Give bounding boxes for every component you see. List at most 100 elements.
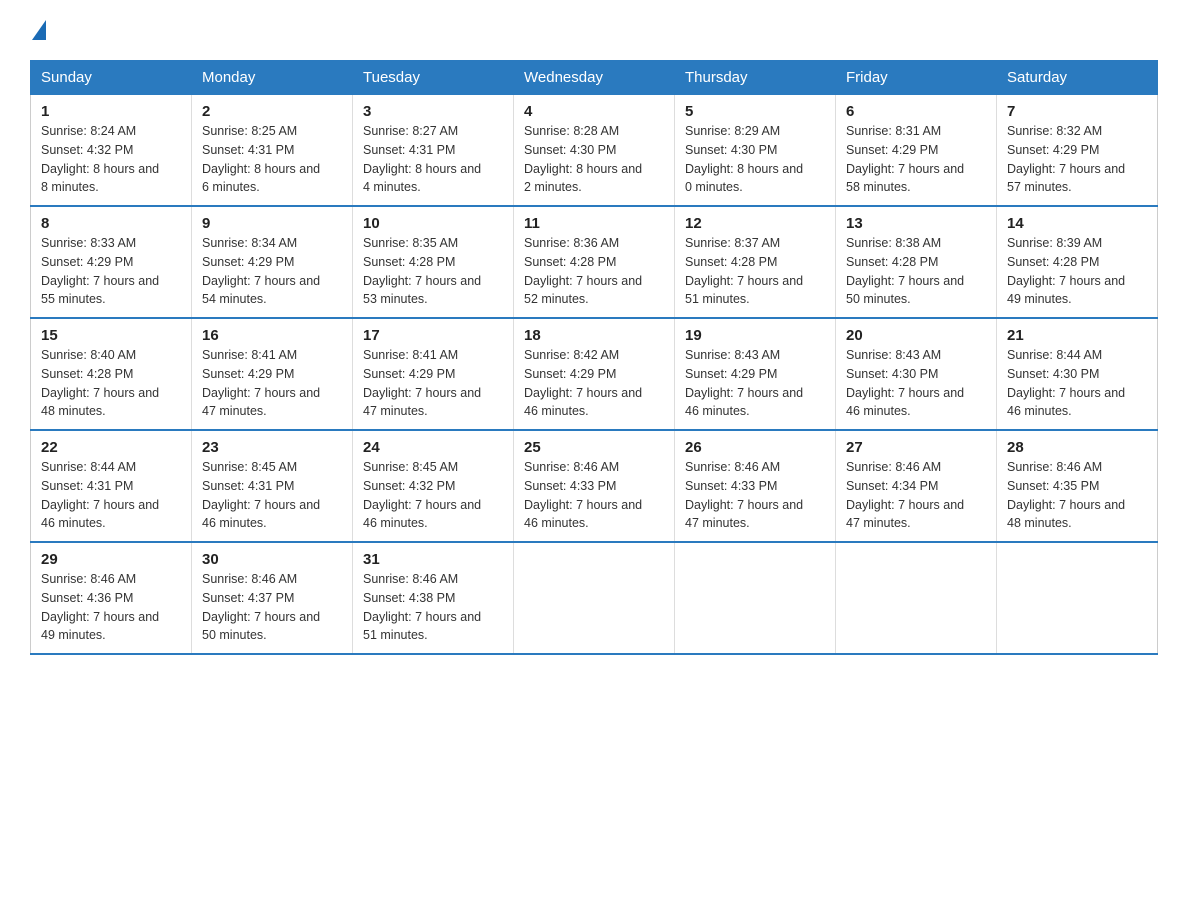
calendar-cell [836,542,997,654]
day-number: 28 [1007,439,1147,456]
calendar-week-4: 22 Sunrise: 8:44 AMSunset: 4:31 PMDayligh… [31,430,1158,542]
day-info: Sunrise: 8:34 AMSunset: 4:29 PMDaylight:… [202,234,342,309]
day-info: Sunrise: 8:39 AMSunset: 4:28 PMDaylight:… [1007,234,1147,309]
column-header-tuesday: Tuesday [353,61,514,95]
day-number: 11 [524,215,664,232]
day-info: Sunrise: 8:46 AMSunset: 4:35 PMDaylight:… [1007,458,1147,533]
calendar-week-3: 15 Sunrise: 8:40 AMSunset: 4:28 PMDayligh… [31,318,1158,430]
calendar-cell: 10 Sunrise: 8:35 AMSunset: 4:28 PMDayligh… [353,206,514,318]
day-number: 1 [41,103,181,120]
calendar-cell [514,542,675,654]
column-header-saturday: Saturday [997,61,1158,95]
column-header-friday: Friday [836,61,997,95]
day-number: 9 [202,215,342,232]
day-number: 2 [202,103,342,120]
calendar-cell: 12 Sunrise: 8:37 AMSunset: 4:28 PMDayligh… [675,206,836,318]
column-header-thursday: Thursday [675,61,836,95]
day-info: Sunrise: 8:40 AMSunset: 4:28 PMDaylight:… [41,346,181,421]
day-number: 7 [1007,103,1147,120]
day-number: 8 [41,215,181,232]
calendar-cell: 20 Sunrise: 8:43 AMSunset: 4:30 PMDayligh… [836,318,997,430]
day-info: Sunrise: 8:29 AMSunset: 4:30 PMDaylight:… [685,122,825,197]
calendar-table: SundayMondayTuesdayWednesdayThursdayFrid… [30,60,1158,655]
day-number: 10 [363,215,503,232]
day-number: 22 [41,439,181,456]
day-number: 26 [685,439,825,456]
day-info: Sunrise: 8:32 AMSunset: 4:29 PMDaylight:… [1007,122,1147,197]
day-info: Sunrise: 8:31 AMSunset: 4:29 PMDaylight:… [846,122,986,197]
day-number: 13 [846,215,986,232]
day-info: Sunrise: 8:33 AMSunset: 4:29 PMDaylight:… [41,234,181,309]
day-number: 24 [363,439,503,456]
day-info: Sunrise: 8:35 AMSunset: 4:28 PMDaylight:… [363,234,503,309]
calendar-cell: 23 Sunrise: 8:45 AMSunset: 4:31 PMDayligh… [192,430,353,542]
day-info: Sunrise: 8:43 AMSunset: 4:30 PMDaylight:… [846,346,986,421]
day-info: Sunrise: 8:45 AMSunset: 4:32 PMDaylight:… [363,458,503,533]
day-number: 25 [524,439,664,456]
day-number: 14 [1007,215,1147,232]
day-number: 31 [363,551,503,568]
calendar-cell: 5 Sunrise: 8:29 AMSunset: 4:30 PMDaylight… [675,95,836,207]
calendar-cell: 13 Sunrise: 8:38 AMSunset: 4:28 PMDayligh… [836,206,997,318]
calendar-cell: 8 Sunrise: 8:33 AMSunset: 4:29 PMDaylight… [31,206,192,318]
calendar-cell: 7 Sunrise: 8:32 AMSunset: 4:29 PMDaylight… [997,95,1158,207]
calendar-week-5: 29Sunrise: 8:46 AMSunset: 4:36 PMDayligh… [31,542,1158,654]
calendar-cell: 22 Sunrise: 8:44 AMSunset: 4:31 PMDayligh… [31,430,192,542]
day-info: Sunrise: 8:37 AMSunset: 4:28 PMDaylight:… [685,234,825,309]
day-info: Sunrise: 8:38 AMSunset: 4:28 PMDaylight:… [846,234,986,309]
page-header [30,20,1158,40]
calendar-cell: 6Sunrise: 8:31 AMSunset: 4:29 PMDaylight… [836,95,997,207]
calendar-week-1: 1Sunrise: 8:24 AMSunset: 4:32 PMDaylight… [31,95,1158,207]
day-number: 27 [846,439,986,456]
day-number: 12 [685,215,825,232]
day-number: 5 [685,103,825,120]
logo [30,20,48,40]
day-info: Sunrise: 8:46 AMSunset: 4:33 PMDaylight:… [685,458,825,533]
day-number: 18 [524,327,664,344]
day-number: 21 [1007,327,1147,344]
day-info: Sunrise: 8:46 AMSunset: 4:36 PMDaylight:… [41,570,181,645]
day-info: Sunrise: 8:25 AMSunset: 4:31 PMDaylight:… [202,122,342,197]
day-info: Sunrise: 8:46 AMSunset: 4:33 PMDaylight:… [524,458,664,533]
calendar-cell: 15 Sunrise: 8:40 AMSunset: 4:28 PMDayligh… [31,318,192,430]
day-number: 16 [202,327,342,344]
day-number: 23 [202,439,342,456]
calendar-cell: 18Sunrise: 8:42 AMSunset: 4:29 PMDayligh… [514,318,675,430]
day-info: Sunrise: 8:41 AMSunset: 4:29 PMDaylight:… [202,346,342,421]
calendar-cell: 26 Sunrise: 8:46 AMSunset: 4:33 PMDayligh… [675,430,836,542]
day-info: Sunrise: 8:44 AMSunset: 4:30 PMDaylight:… [1007,346,1147,421]
calendar-cell: 27 Sunrise: 8:46 AMSunset: 4:34 PMDayligh… [836,430,997,542]
calendar-cell: 25 Sunrise: 8:46 AMSunset: 4:33 PMDayligh… [514,430,675,542]
calendar-cell: 17Sunrise: 8:41 AMSunset: 4:29 PMDayligh… [353,318,514,430]
day-info: Sunrise: 8:41 AMSunset: 4:29 PMDaylight:… [363,346,503,421]
day-info: Sunrise: 8:46 AMSunset: 4:34 PMDaylight:… [846,458,986,533]
day-number: 19 [685,327,825,344]
day-info: Sunrise: 8:43 AMSunset: 4:29 PMDaylight:… [685,346,825,421]
day-info: Sunrise: 8:44 AMSunset: 4:31 PMDaylight:… [41,458,181,533]
calendar-cell: 9 Sunrise: 8:34 AMSunset: 4:29 PMDaylight… [192,206,353,318]
day-info: Sunrise: 8:36 AMSunset: 4:28 PMDaylight:… [524,234,664,309]
column-header-monday: Monday [192,61,353,95]
calendar-cell: 21 Sunrise: 8:44 AMSunset: 4:30 PMDayligh… [997,318,1158,430]
calendar-cell: 19 Sunrise: 8:43 AMSunset: 4:29 PMDayligh… [675,318,836,430]
day-number: 3 [363,103,503,120]
calendar-cell [997,542,1158,654]
day-number: 15 [41,327,181,344]
calendar-cell: 29Sunrise: 8:46 AMSunset: 4:36 PMDayligh… [31,542,192,654]
column-header-sunday: Sunday [31,61,192,95]
day-info: Sunrise: 8:45 AMSunset: 4:31 PMDaylight:… [202,458,342,533]
day-number: 20 [846,327,986,344]
day-info: Sunrise: 8:28 AMSunset: 4:30 PMDaylight:… [524,122,664,197]
calendar-cell: 16 Sunrise: 8:41 AMSunset: 4:29 PMDayligh… [192,318,353,430]
calendar-cell: 4 Sunrise: 8:28 AMSunset: 4:30 PMDaylight… [514,95,675,207]
day-number: 4 [524,103,664,120]
calendar-cell: 11 Sunrise: 8:36 AMSunset: 4:28 PMDayligh… [514,206,675,318]
calendar-cell: 24 Sunrise: 8:45 AMSunset: 4:32 PMDayligh… [353,430,514,542]
calendar-cell: 31Sunrise: 8:46 AMSunset: 4:38 PMDayligh… [353,542,514,654]
calendar-cell: 28 Sunrise: 8:46 AMSunset: 4:35 PMDayligh… [997,430,1158,542]
day-info: Sunrise: 8:46 AMSunset: 4:37 PMDaylight:… [202,570,342,645]
calendar-cell: 2 Sunrise: 8:25 AMSunset: 4:31 PMDaylight… [192,95,353,207]
day-info: Sunrise: 8:27 AMSunset: 4:31 PMDaylight:… [363,122,503,197]
calendar-cell: 1Sunrise: 8:24 AMSunset: 4:32 PMDaylight… [31,95,192,207]
calendar-cell: 3 Sunrise: 8:27 AMSunset: 4:31 PMDaylight… [353,95,514,207]
